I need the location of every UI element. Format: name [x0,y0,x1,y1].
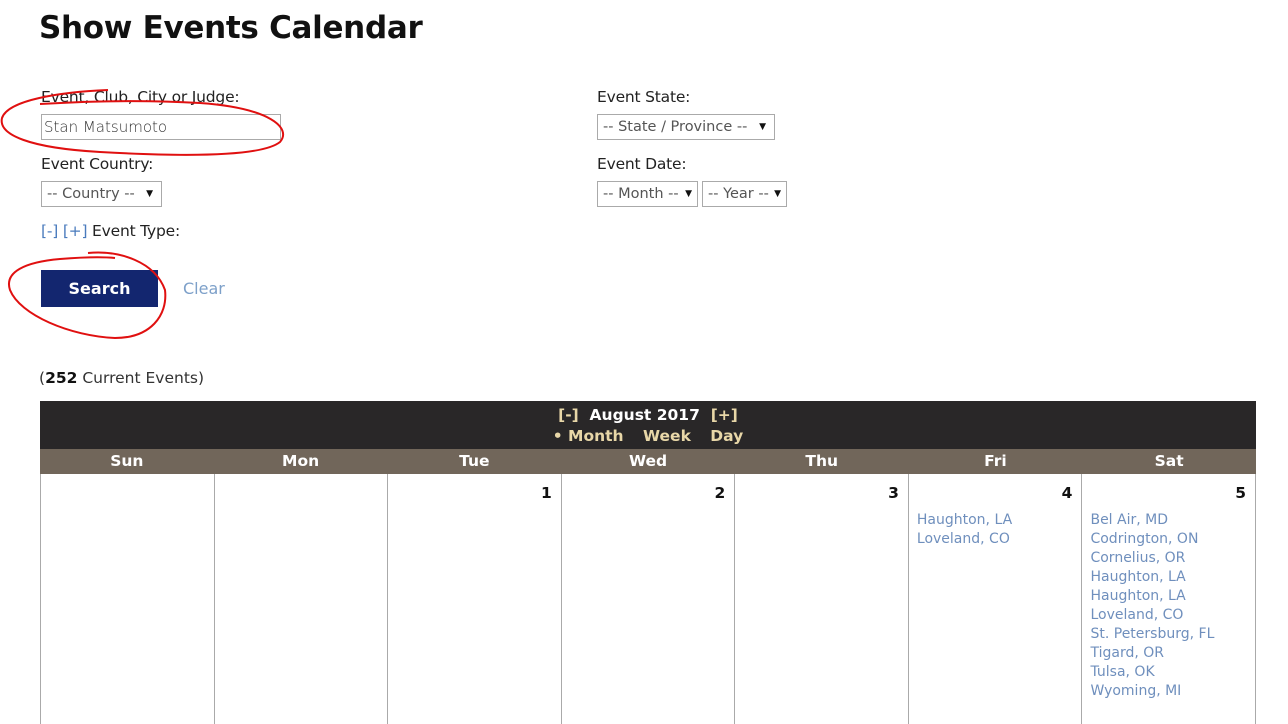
event-link[interactable]: Tigard, OR [1090,644,1214,663]
day-cell[interactable]: 4 Haughton, LA Loveland, CO [909,474,1083,724]
dropdown-arrow-icon: ▼ [759,122,766,132]
dow-sat: Sat [1154,452,1184,470]
dow-mon: Mon [282,452,320,470]
search-button[interactable]: Search [41,270,158,307]
dow-fri: Fri [984,452,1007,470]
event-link[interactable]: Haughton, LA [1090,587,1214,606]
event-link[interactable]: Loveland, CO [1090,606,1214,625]
event-link[interactable]: Haughton, LA [917,511,1012,530]
event-link[interactable]: Haughton, LA [1090,568,1214,587]
event-link[interactable]: Tulsa, OK [1090,663,1214,682]
date-label: Event Date: [597,155,687,173]
event-link[interactable]: Wyoming, MI [1090,682,1214,701]
day-cell[interactable]: 2 [562,474,736,724]
day-cell[interactable]: 5 Bel Air, MD Codrington, ON Cornelius, OR H… [1082,474,1257,724]
event-list: Bel Air, MD Codrington, ON Cornelius, OR Ha… [1090,511,1214,701]
event-count-label: Current Events) [77,369,205,387]
event-link[interactable]: Cornelius, OR [1090,549,1214,568]
country-select[interactable]: -- Country -- ▼ [41,181,162,207]
event-link[interactable]: Codrington, ON [1090,530,1214,549]
view-day-tab[interactable]: Day [710,427,743,445]
day-cell[interactable]: 1 [388,474,562,724]
state-select-value: -- State / Province -- [603,119,748,135]
event-link[interactable]: St. Petersburg, FL [1090,625,1214,644]
country-label: Event Country: [41,155,154,173]
dropdown-arrow-icon: ▼ [774,189,781,199]
search-label: Event, Club, City or Judge: [41,88,240,106]
event-link[interactable]: Bel Air, MD [1090,511,1214,530]
dow-wed: Wed [628,452,668,470]
day-cell[interactable] [41,474,215,724]
prev-month-button[interactable]: [-] [558,406,579,424]
day-number: 2 [714,484,726,502]
search-input[interactable] [41,114,281,140]
dow-tue: Tue [459,452,490,470]
calendar: [-] August 2017 [+] • Month Week Day Sun… [40,401,1257,724]
next-month-button[interactable]: [+] [711,406,738,424]
country-select-value: -- Country -- [47,186,135,202]
event-type-row: [-] [+] Event Type: [41,222,180,240]
calendar-week-row: 1 2 3 4 Haughton, LA Loveland, CO 5 Bel Air, MD… [40,474,1257,724]
year-select-value: -- Year -- [708,186,769,202]
state-select[interactable]: -- State / Province -- ▼ [597,114,775,140]
event-type-label: Event Type: [92,222,181,240]
month-select[interactable]: -- Month -- ▼ [597,181,698,207]
month-select-value: -- Month -- [603,186,679,202]
event-list: Haughton, LA Loveland, CO [917,511,1012,549]
event-count-number: 252 [45,369,78,387]
event-count: (252 Current Events) [39,369,204,387]
day-number: 3 [888,484,899,502]
clear-link[interactable]: Clear [183,279,225,298]
event-link[interactable]: Loveland, CO [917,530,1012,549]
view-week-tab[interactable]: Week [643,427,691,445]
day-number: 5 [1235,484,1247,502]
dropdown-arrow-icon: ▼ [146,189,153,199]
view-month-tab[interactable]: • Month [553,427,624,445]
year-select[interactable]: -- Year -- ▼ [702,181,787,207]
page-title: Show Events Calendar [39,10,423,46]
state-label: Event State: [597,88,691,106]
calendar-month-title: August 2017 [589,406,700,424]
day-number: 4 [1061,484,1073,502]
calendar-header: [-] August 2017 [+] • Month Week Day [40,401,1256,449]
dow-thu: Thu [805,452,839,470]
day-cell[interactable]: 3 [735,474,909,724]
dropdown-arrow-icon: ▼ [685,189,692,199]
dow-sun: Sun [110,452,144,470]
day-number: 1 [540,484,552,502]
expand-event-types-link[interactable]: [+] [63,222,88,240]
collapse-event-types-link[interactable]: [-] [41,222,58,240]
days-of-week-row: Sun Mon Tue Wed Thu Fri Sat [40,449,1256,474]
day-cell[interactable] [215,474,389,724]
